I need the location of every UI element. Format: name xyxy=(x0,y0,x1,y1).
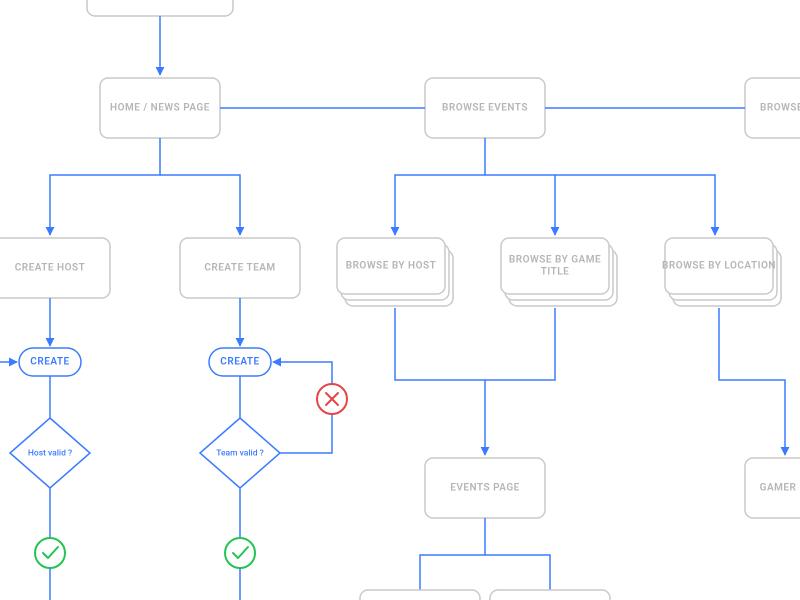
diamond-host-valid-label: Host valid ? xyxy=(28,448,72,458)
node-bottom-right xyxy=(490,590,610,600)
node-browse-by-location-label: BROWSE BY LOCATION xyxy=(662,261,776,272)
pill-create-team-label: CREATE xyxy=(220,357,259,368)
connector xyxy=(160,175,240,235)
connector xyxy=(50,138,160,235)
connector xyxy=(395,308,485,455)
diamond-team-valid-label: Team valid ? xyxy=(216,448,264,458)
node-browse-by-game-label2: TITLE xyxy=(541,267,570,278)
top-entry-box xyxy=(87,0,233,16)
connector xyxy=(719,308,785,455)
node-create-host-label: CREATE HOST xyxy=(15,263,86,274)
node-browse-g-label: BROWSE G xyxy=(760,103,800,114)
connector xyxy=(420,518,485,600)
connector xyxy=(485,308,555,380)
node-gamer-p-label: GAMER P xyxy=(760,483,800,494)
node-browse-by-game-label1: BROWSE BY GAME xyxy=(509,255,601,266)
node-browse-events-label: BROWSE EVENTS xyxy=(442,103,528,114)
node-events-page-label: EVENTS PAGE xyxy=(450,483,520,494)
node-browse-by-host-label: BROWSE BY HOST xyxy=(346,261,437,272)
node-create-team-label: CREATE TEAM xyxy=(204,263,275,274)
connector xyxy=(395,138,485,235)
node-bottom-left xyxy=(360,590,480,600)
pill-create-host-label: CREATE xyxy=(30,357,69,368)
connector xyxy=(555,175,715,235)
success-icon-host xyxy=(35,538,65,568)
success-icon-team xyxy=(225,538,255,568)
node-home-label: HOME / NEWS PAGE xyxy=(110,103,210,114)
flow-diagram: HOME / NEWS PAGE BROWSE EVENTS BROWSE G … xyxy=(0,0,800,600)
connector xyxy=(485,175,555,235)
